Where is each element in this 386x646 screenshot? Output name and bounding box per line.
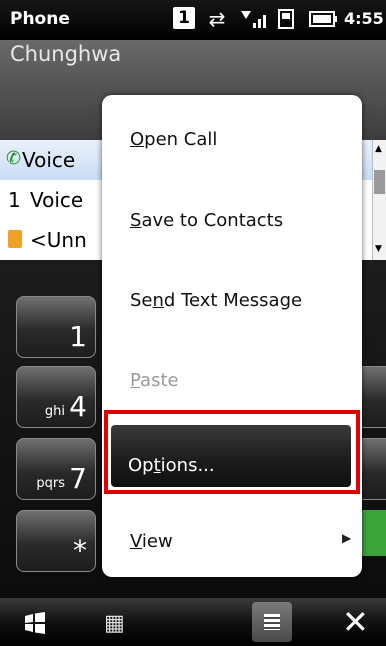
key-digit: 1	[69, 320, 87, 353]
menu-icon	[264, 614, 280, 630]
call-label: Voice	[22, 148, 76, 172]
menu-item-paste[interactable]: Paste	[130, 370, 179, 391]
storage-card-icon	[275, 6, 299, 32]
menu-label: iew	[141, 531, 173, 552]
scroll-thumb[interactable]	[374, 170, 385, 194]
menu-label: ave to Contacts	[141, 210, 284, 231]
key-digit: 4	[69, 390, 87, 423]
list-scrollbar[interactable]: ▲ ▼	[372, 140, 386, 260]
call-label: <Unn	[30, 228, 87, 252]
key-letters: ghi	[44, 404, 65, 419]
keyboard-icon[interactable]: ▦	[104, 612, 128, 636]
windows-start-icon[interactable]	[24, 612, 46, 634]
menu-item-open-call[interactable]: Open Call	[130, 129, 217, 150]
call-index: 1	[8, 188, 21, 212]
menu-item-save-to-contacts[interactable]: Save to Contacts	[130, 210, 283, 231]
menu-item-send-text-message[interactable]: Send Text Message	[130, 290, 302, 311]
selection-highlight-box	[104, 410, 360, 494]
soft-key-bar: ▦ ✕	[0, 598, 386, 646]
status-bar: Phone 1 ⇄ 4:55	[0, 0, 386, 40]
battery-icon	[309, 6, 339, 32]
carrier-name: Chunghwa	[10, 42, 122, 66]
sim-icon: 1	[173, 7, 195, 29]
key-digit: *	[73, 534, 87, 567]
contact-card-icon	[8, 230, 22, 248]
keypad-key-star[interactable]: *	[16, 510, 96, 572]
keypad-key-1[interactable]: 1	[16, 296, 96, 358]
menu-label: aste	[140, 370, 179, 391]
call-label: Voice	[30, 188, 84, 212]
menu-button[interactable]	[252, 602, 292, 642]
key-digit: 7	[69, 462, 87, 495]
menu-label: pen Call	[144, 129, 218, 150]
clock-time: 4:55	[344, 9, 384, 28]
data-sync-icon: ⇄	[208, 7, 226, 31]
keypad-key-4[interactable]: ghi 4	[16, 366, 96, 428]
app-title: Phone	[10, 9, 70, 29]
scroll-down-arrow-icon[interactable]: ▼	[375, 244, 382, 254]
submenu-arrow-icon: ▶	[342, 531, 352, 545]
context-menu: Open Call Save to Contacts Send Text Mes…	[102, 95, 362, 577]
menu-item-view[interactable]: View	[130, 531, 173, 552]
keypad-key-7[interactable]: pqrs 7	[16, 438, 96, 500]
close-icon[interactable]: ✕	[342, 602, 369, 642]
key-letters: pqrs	[36, 476, 65, 491]
signal-icon	[238, 6, 268, 32]
scroll-up-arrow-icon[interactable]: ▲	[375, 144, 382, 154]
phone-screen: Phone 1 ⇄ 4:55 Chunghwa ✆ Voice 1 Voice …	[0, 0, 386, 646]
